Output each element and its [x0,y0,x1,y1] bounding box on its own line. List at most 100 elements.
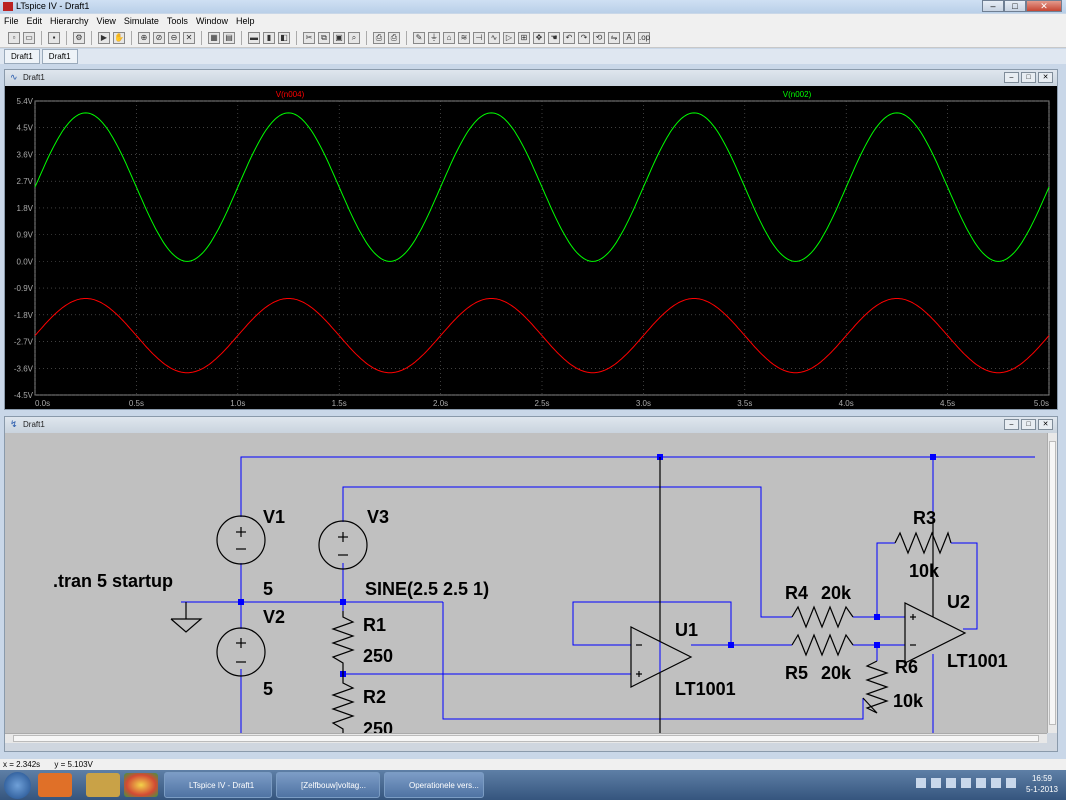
y-tick-label: 0.9V [17,231,34,240]
capacitor-icon[interactable]: ⊣ [473,31,485,44]
r2-label: R2 [363,687,386,707]
spice-directive-icon[interactable]: .op [638,31,650,44]
chrome-icon[interactable] [124,773,158,797]
taskbar-app-ie-1[interactable]: [Zelfbouw]voltag... [276,772,380,798]
clock-time: 16:59 [1031,774,1052,783]
waveform-close-button[interactable]: ✕ [1038,72,1053,83]
tray-icon-5[interactable] [976,778,986,788]
tab-schematic[interactable]: Draft1 [4,49,40,64]
ground-icon[interactable]: ⏚ [428,31,440,44]
close-button[interactable]: ✕ [1026,0,1062,12]
y-tick-label: 2.7V [17,177,34,186]
cut-icon[interactable]: ✂ [303,31,315,44]
schematic-minimize-button[interactable]: – [1004,419,1019,430]
undo-icon[interactable]: ↶ [563,31,575,44]
file-explorer-icon[interactable] [86,773,120,797]
menu-view[interactable]: View [93,14,120,28]
v2-label: V2 [263,607,285,627]
waveform-chart[interactable]: 5.4V 4.5V 3.6V 2.7V 1.8V 0.9V 0.0V -0.9V -1.8V -2… [5,86,1057,409]
new-schematic-icon[interactable]: ▫ [8,31,20,44]
save-icon[interactable]: ▪ [48,31,60,44]
r3-value: 10k [909,561,940,581]
cascade-icon[interactable]: ◧ [278,31,290,44]
run-icon[interactable]: ▶ [98,31,110,44]
text-icon[interactable]: A [623,31,635,44]
paste-icon[interactable]: ▣ [333,31,345,44]
tray-icon-2[interactable] [931,778,941,788]
network-icon[interactable] [991,778,1001,788]
schematic-canvas[interactable]: V1 5 V2 5 V3 SINE(2.5 2.5 1) .tran 5 sta… [5,433,1047,733]
open-icon[interactable]: ▭ [23,31,35,44]
copy-icon[interactable]: ⧉ [318,31,330,44]
menu-window[interactable]: Window [192,14,232,28]
tran-directive[interactable]: .tran 5 startup [53,571,173,591]
x-tick-label: 3.5s [737,399,752,408]
minimize-button[interactable]: – [982,0,1004,12]
x-tick-label: 4.5s [940,399,955,408]
clock-date: 5-1-2013 [1025,785,1058,794]
clock[interactable]: 16:59 5-1-2013 [1026,773,1058,795]
tray-icon-1[interactable] [916,778,926,788]
menu-simulate[interactable]: Simulate [120,14,163,28]
redo-icon[interactable]: ↷ [578,31,590,44]
tile-vertical-icon[interactable]: ▮ [263,31,275,44]
y-tick-label: 1.8V [17,204,34,213]
u2-value: LT1001 [947,651,1008,671]
volume-icon[interactable] [1006,778,1016,788]
diode-icon[interactable]: ▷ [503,31,515,44]
menu-hierarchy[interactable]: Hierarchy [46,14,93,28]
halt-icon[interactable]: ✋ [113,31,125,44]
maximize-button[interactable]: □ [1004,0,1026,12]
schematic-horizontal-scrollbar[interactable] [5,733,1047,743]
resistor-icon[interactable]: ≋ [458,31,470,44]
control-panel-icon[interactable]: ⚙ [73,31,85,44]
menu-file[interactable]: File [0,14,23,28]
zoom-back-icon[interactable]: ⊖ [168,31,180,44]
schematic-close-button[interactable]: ✕ [1038,419,1053,430]
r3-label: R3 [913,508,936,528]
menu-bar: File Edit Hierarchy View Simulate Tools … [0,14,1066,28]
schematic-icon: ↯ [10,419,18,429]
label-net-icon[interactable]: ⌂ [443,31,455,44]
component-icon[interactable]: ⊞ [518,31,530,44]
print-icon[interactable]: ⎙ [388,31,400,44]
x-tick-label: 4.0s [839,399,854,408]
v1-label: V1 [263,507,285,527]
tile-horizontal-icon[interactable]: ▬ [248,31,260,44]
tray-icon-3[interactable] [946,778,956,788]
schematic-vertical-scrollbar[interactable] [1047,433,1057,733]
rotate-icon[interactable]: ⟲ [593,31,605,44]
autorange-icon[interactable]: ▦ [208,31,220,44]
plot-area[interactable]: 5.4V 4.5V 3.6V 2.7V 1.8V 0.9V 0.0V -0.9V -1.8V -2… [5,86,1057,409]
move-icon[interactable]: ✥ [533,31,545,44]
start-button[interactable] [4,772,31,799]
draw-wire-icon[interactable]: ✎ [413,31,425,44]
waveform-minimize-button[interactable]: – [1004,72,1019,83]
y-tick-label: 5.4V [17,97,34,106]
mirror-icon[interactable]: ⇋ [608,31,620,44]
print-setup-icon[interactable]: ⎙ [373,31,385,44]
zoom-fit-icon[interactable]: ✕ [183,31,195,44]
title-bar: LTspice IV - Draft1 – □ ✕ [0,0,1066,13]
drag-icon[interactable]: ☚ [548,31,560,44]
menu-help[interactable]: Help [232,14,259,28]
taskbar-app-ltspice[interactable]: LTspice IV - Draft1 [164,772,272,798]
y-tick-label: -1.8V [14,311,34,320]
schematic-drawing[interactable]: V1 5 V2 5 V3 SINE(2.5 2.5 1) .tran 5 sta… [5,433,1047,733]
inductor-icon[interactable]: ∿ [488,31,500,44]
tab-waveform[interactable]: Draft1 [41,49,78,64]
menu-edit[interactable]: Edit [23,14,47,28]
waveform-maximize-button[interactable]: □ [1021,72,1036,83]
menu-tools[interactable]: Tools [163,14,192,28]
zoom-area-icon[interactable]: ⊕ [138,31,150,44]
ltspice-icon [3,2,13,11]
y-tick-label: -0.9V [14,284,34,293]
media-player-icon[interactable] [38,773,72,797]
r5-value: 20k [821,663,852,683]
find-icon[interactable]: ⌕ [348,31,360,44]
pan-icon[interactable]: ⊘ [153,31,165,44]
taskbar-app-ie-2[interactable]: Operationele vers... [384,772,484,798]
grid-icon[interactable]: ▤ [223,31,235,44]
schematic-maximize-button[interactable]: □ [1021,419,1036,430]
tray-icon-4[interactable] [961,778,971,788]
